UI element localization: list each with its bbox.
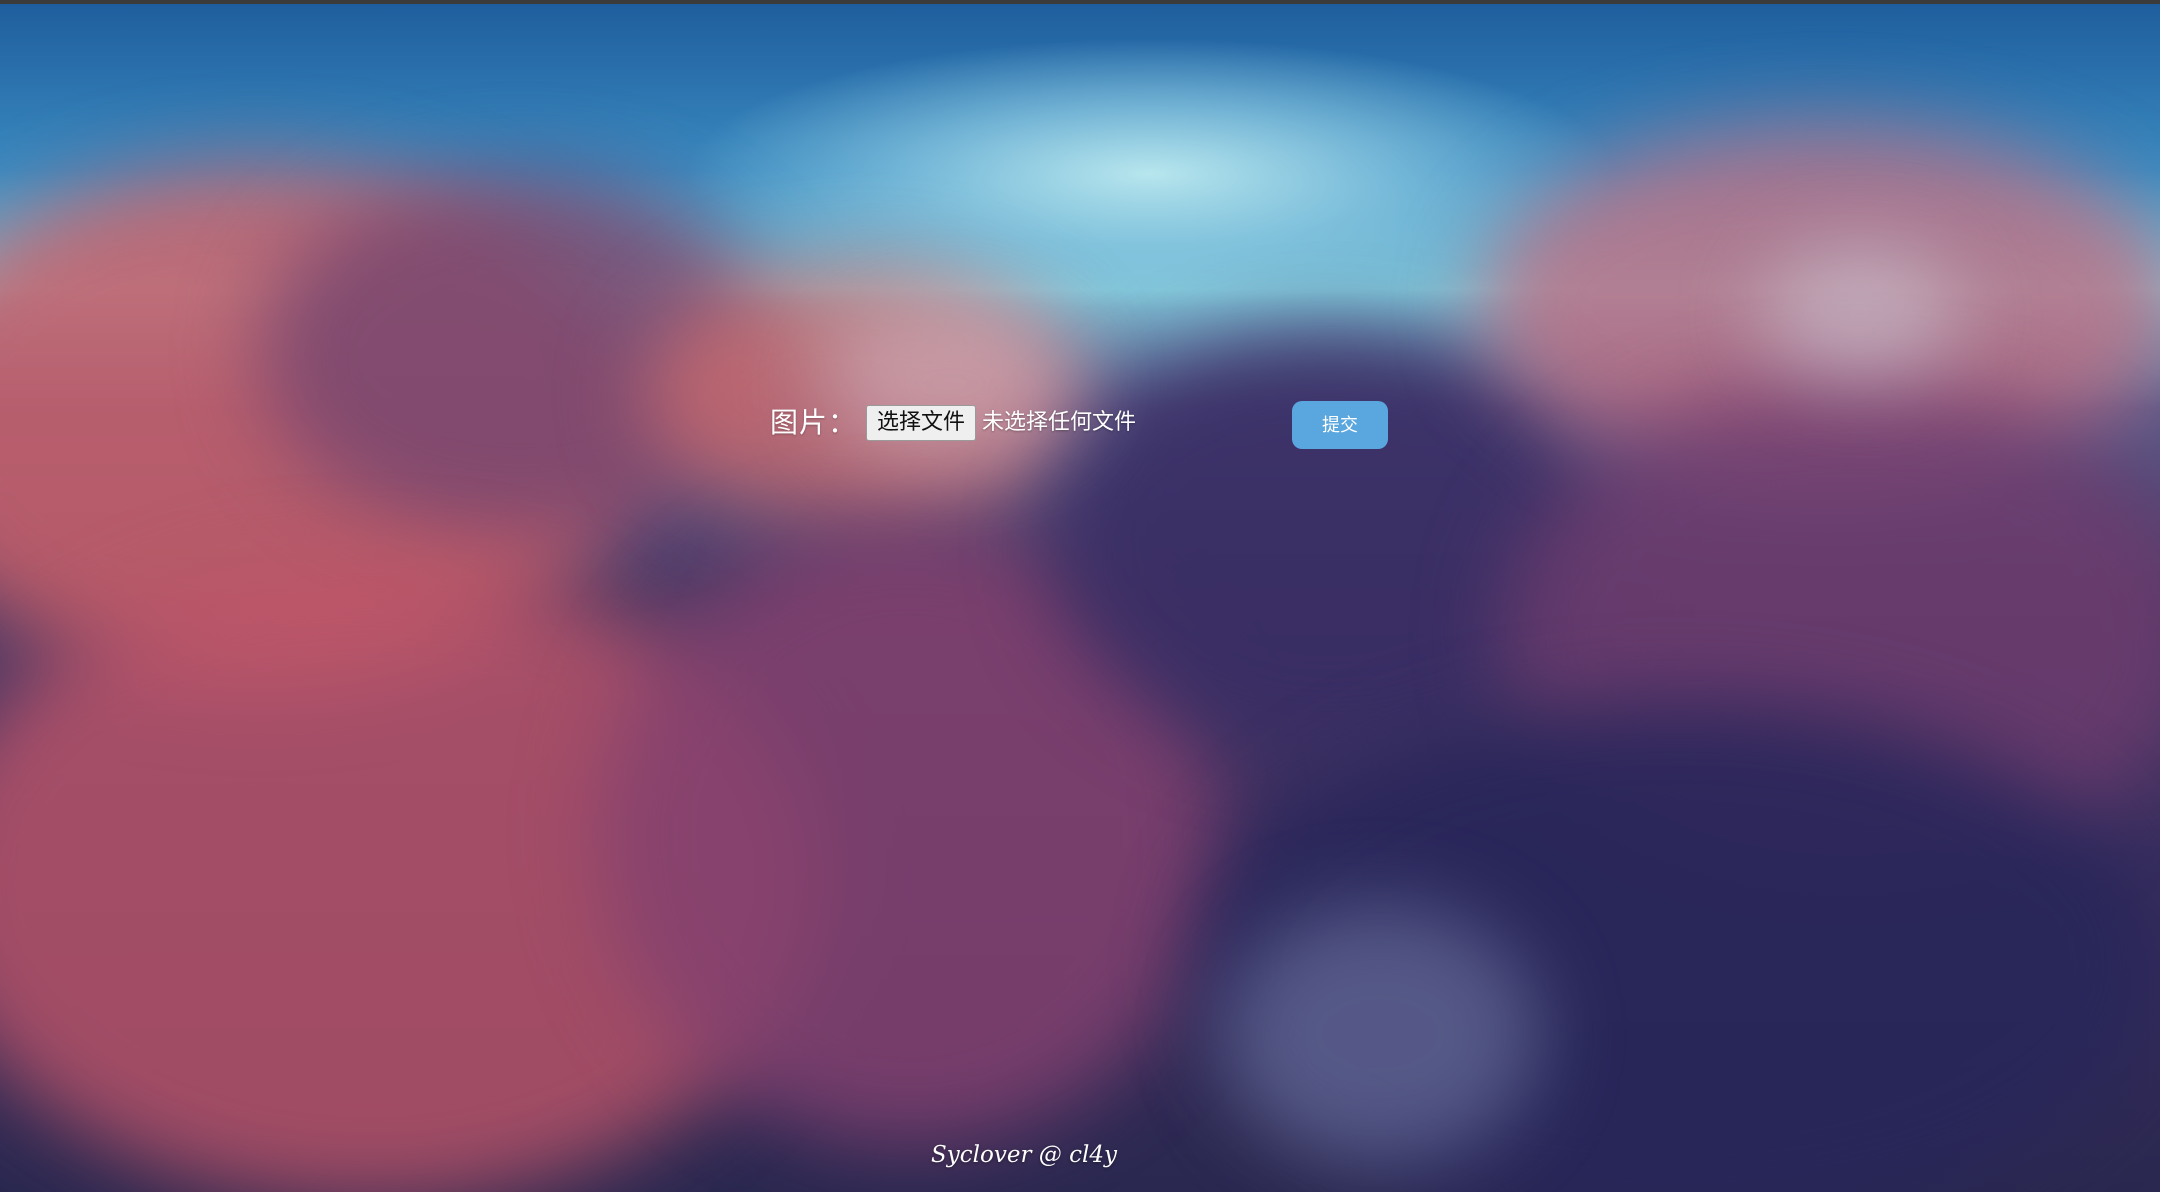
footer-credit: Syclover @ cl4y: [931, 1142, 1117, 1168]
choose-file-button[interactable]: 选择文件: [866, 405, 977, 441]
image-field-label: 图片：: [770, 406, 858, 439]
upload-form: 图片： 选择文件 未选择任何文件 提交: [0, 0, 2160, 1192]
file-status-text: 未选择任何文件: [982, 410, 1137, 435]
submit-button[interactable]: 提交: [1292, 401, 1388, 449]
